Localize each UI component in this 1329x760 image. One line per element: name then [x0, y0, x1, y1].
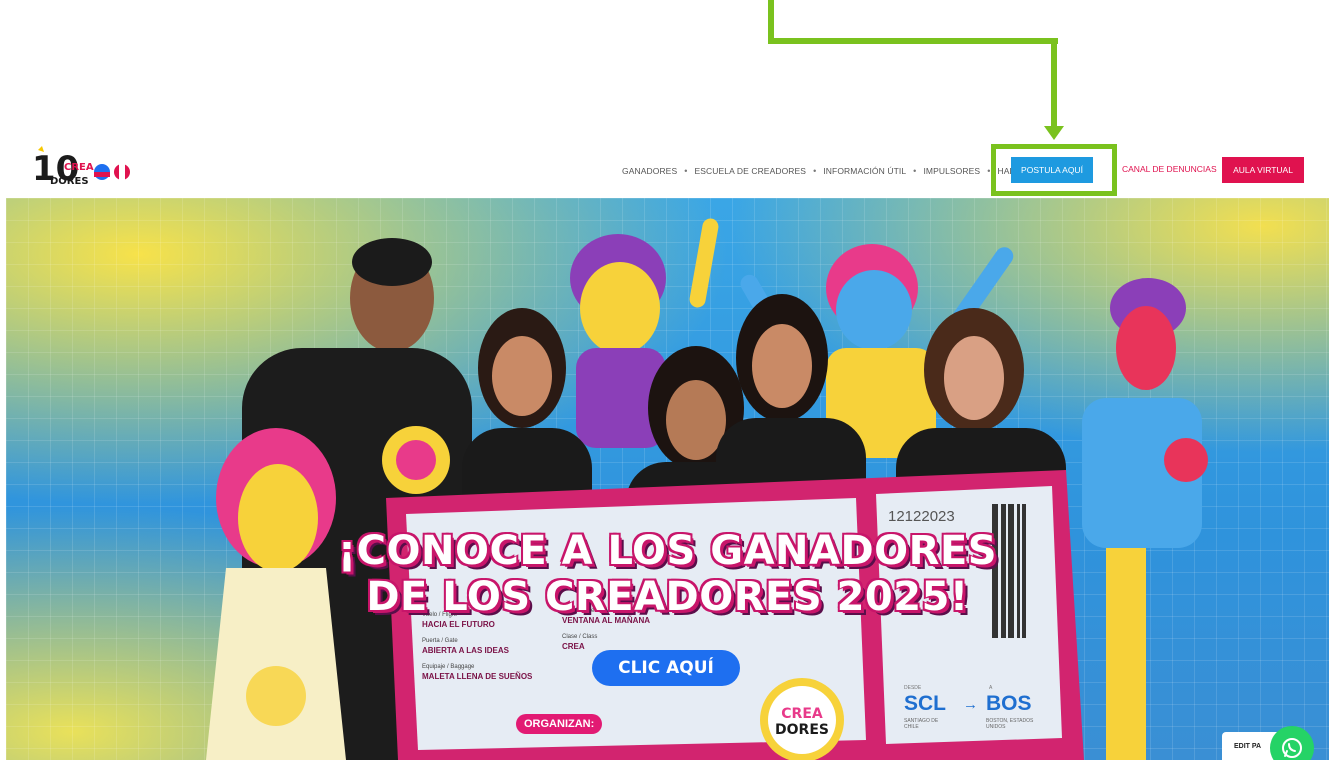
ticket-arrow-icon: → [963, 696, 978, 713]
annotation-line [768, 38, 1058, 44]
ticket-number: 12122023 [888, 508, 955, 525]
cartoon-character-boy-right [1082, 278, 1208, 760]
creadores-badge: CREA DORES [760, 678, 844, 760]
hero-headline-line1: ¡CONOCE A LOS GANADORES [337, 528, 998, 574]
nav-separator: • [684, 166, 688, 176]
canal-denuncias-link[interactable]: CANAL DE DENUNCIAS [1122, 164, 1217, 174]
badge-text-top: CREA [781, 706, 823, 722]
aula-virtual-button[interactable]: AULA VIRTUAL [1222, 157, 1304, 183]
nav-item-impulsores[interactable]: IMPULSORES [923, 166, 980, 176]
page: 10 CREA DORES GANADORES • ESCUELA DE CRE… [0, 0, 1329, 760]
nav-separator: • [813, 166, 817, 176]
ticket-from-label: DESDE [904, 685, 922, 691]
logo-text-bottom: DORES [50, 176, 89, 187]
ticket-field-label: Equipaje / Baggage [422, 664, 475, 670]
annotation-arrow-icon [1044, 126, 1064, 140]
hero-headline: ¡CONOCE A LOS GANADORES DE LOS CREADORES… [6, 528, 1329, 620]
hero-headline-line2: DE LOS CREADORES 2025! [366, 574, 969, 620]
nav-item-informacion[interactable]: INFORMACIÓN ÚTIL [823, 166, 906, 176]
postula-aqui-button[interactable]: POSTULA AQUÍ [1011, 157, 1093, 183]
ticket-field-value: MALETA LLENA DE SUEÑOS [422, 672, 533, 681]
organizers-label: ORGANIZAN: [516, 714, 603, 734]
ticket-to-label: A [989, 685, 993, 691]
brand-logo[interactable]: 10 CREA DORES [30, 146, 148, 190]
clic-aqui-button[interactable]: CLIC AQUÍ [592, 650, 740, 686]
nav-separator: • [913, 166, 917, 176]
ticket-field-label: Clase / Class [562, 634, 598, 640]
ticket-to-city: BOSTON, ESTADOS UNIDOS [986, 718, 1034, 730]
ticket-to-code: BOS [986, 692, 1032, 715]
ticket-from-code: SCL [904, 692, 946, 715]
nav-item-ganadores[interactable]: GANADORES [622, 166, 677, 176]
nav-separator: • [987, 166, 991, 176]
ticket-from-city: SANTIAGO DE CHILE [904, 718, 939, 730]
annotation-line [1051, 38, 1057, 130]
whatsapp-icon [1282, 738, 1302, 758]
ticket-field-label: Puerta / Gate [422, 638, 458, 644]
site-header: 10 CREA DORES GANADORES • ESCUELA DE CRE… [0, 140, 1329, 200]
logo-text-top: CREA [64, 162, 94, 173]
main-nav: GANADORES • ESCUELA DE CREADORES • INFOR… [622, 163, 1046, 179]
ticket-field-value: ABIERTA A LAS IDEAS [422, 646, 509, 655]
nav-item-escuela[interactable]: ESCUELA DE CREADORES [694, 166, 806, 176]
hero-banner[interactable]: CREA DORES 12122023 Vuelo / Flight HACIA… [6, 198, 1329, 760]
ticket-field-value: CREA [562, 642, 585, 651]
badge-text-bottom: DORES [775, 722, 829, 738]
ticket-field-value: HACIA EL FUTURO [422, 620, 495, 629]
